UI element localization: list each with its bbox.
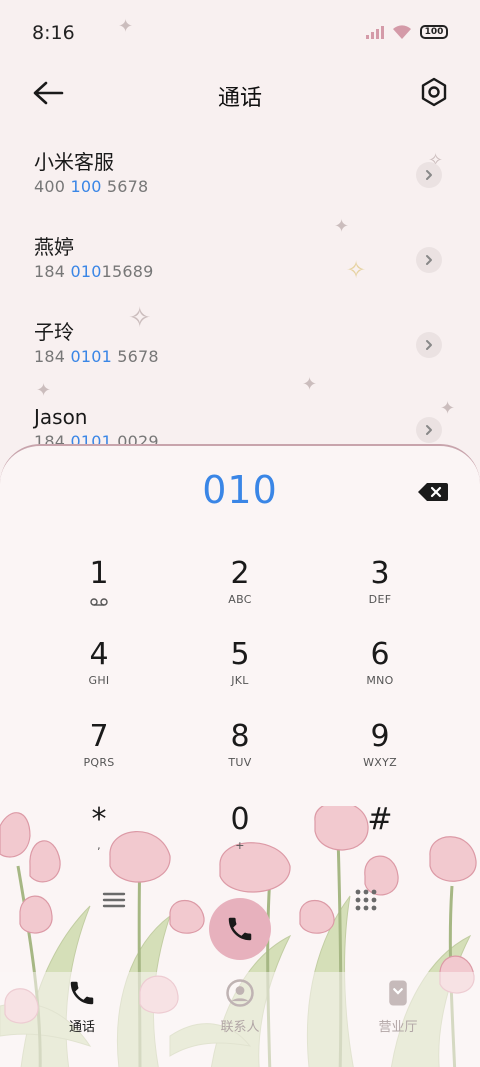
signal-icon xyxy=(366,25,384,39)
status-icons: 100 xyxy=(366,24,448,40)
backspace-icon[interactable] xyxy=(418,482,448,502)
contact-item[interactable]: 子玲 184 0101 5678 xyxy=(0,310,480,395)
key-star[interactable]: * , xyxy=(39,802,159,872)
voicemail-icon xyxy=(90,598,108,606)
key-8[interactable]: 8 TUV xyxy=(180,719,300,789)
contact-name: 燕婷 xyxy=(34,235,74,259)
number-match-highlight: 100 xyxy=(70,177,102,196)
key-letters: JKL xyxy=(231,674,249,687)
key-letters: GHI xyxy=(88,674,110,687)
contact-name: Jason xyxy=(34,405,88,429)
contact-number: 184 0101 5678 xyxy=(34,346,480,368)
chevron-right-icon xyxy=(426,340,432,350)
key-9[interactable]: 9 WXYZ xyxy=(320,719,440,789)
key-letters: ABC xyxy=(228,593,252,606)
key-1[interactable]: 1 xyxy=(39,556,159,626)
contact-suggestion-list: 小米客服 400 100 5678 燕婷 184 01015689 子玲 184… xyxy=(0,140,480,446)
contact-detail-button[interactable] xyxy=(416,247,442,273)
contact-item[interactable]: Jason 184 0101 0029 xyxy=(0,395,480,446)
key-7[interactable]: 7 PQRS xyxy=(39,719,159,789)
key-3[interactable]: 3 DEF xyxy=(320,556,440,626)
nav-label: 营业厅 xyxy=(378,1020,418,1035)
key-digit: 3 xyxy=(370,556,390,591)
key-digit: 2 xyxy=(230,556,250,591)
key-digit: # xyxy=(367,802,393,837)
number-part: 184 xyxy=(34,347,71,366)
key-2[interactable]: 2 ABC xyxy=(180,556,300,626)
contact-detail-button[interactable] xyxy=(416,332,442,358)
wifi-icon xyxy=(393,25,411,39)
key-letters: MNO xyxy=(366,674,394,687)
number-match-highlight: 010 xyxy=(70,262,102,281)
menu-icon[interactable] xyxy=(102,890,126,910)
status-bar: 8:16 100 xyxy=(0,0,480,66)
nav-label: 通话 xyxy=(68,1020,95,1035)
nav-tab-store[interactable]: 营业厅 xyxy=(348,978,448,1035)
key-digit: 1 xyxy=(89,556,109,591)
dialpad-grid-icon[interactable] xyxy=(354,888,378,912)
header: 通话 xyxy=(0,66,480,122)
key-letters: , xyxy=(97,839,101,852)
nav-tab-calls[interactable]: 通话 xyxy=(32,978,132,1035)
key-letters: WXYZ xyxy=(363,756,397,769)
chevron-right-icon xyxy=(426,425,432,435)
contact-item[interactable]: 燕婷 184 01015689 xyxy=(0,225,480,310)
number-part: 5678 xyxy=(101,177,149,196)
contact-detail-button[interactable] xyxy=(416,417,442,443)
contact-detail-button[interactable] xyxy=(416,162,442,188)
key-digit: 0 xyxy=(230,802,250,837)
contact-item[interactable]: 小米客服 400 100 5678 xyxy=(0,140,480,225)
number-match-highlight: 0101 xyxy=(70,347,112,366)
battery-level: 100 xyxy=(424,27,444,37)
key-letters: PQRS xyxy=(83,756,115,769)
nav-tab-contacts[interactable]: 联系人 xyxy=(190,978,290,1035)
contact-name: 小米客服 xyxy=(34,150,114,174)
key-digit: 8 xyxy=(230,719,250,754)
key-digit: * xyxy=(91,802,107,837)
store-icon xyxy=(389,980,407,1006)
page-title: 通话 xyxy=(217,86,262,111)
key-6[interactable]: 6 MNO xyxy=(320,637,440,707)
phone-icon xyxy=(70,981,94,1005)
key-letters: TUV xyxy=(228,756,252,769)
key-digit: 6 xyxy=(370,637,390,672)
dialed-number-display[interactable]: 010 xyxy=(0,468,480,512)
contact-number: 400 100 5678 xyxy=(34,176,480,198)
call-button[interactable] xyxy=(209,898,271,960)
number-part: 5678 xyxy=(111,347,159,366)
number-part: 184 xyxy=(34,262,71,281)
contacts-icon xyxy=(226,979,254,1007)
key-digit: 5 xyxy=(230,637,250,672)
phone-icon xyxy=(228,917,252,941)
nav-label: 联系人 xyxy=(220,1020,260,1035)
number-part: 400 xyxy=(34,177,71,196)
bottom-navigation: 通话 联系人 营业厅 xyxy=(0,970,480,1067)
key-hash[interactable]: # xyxy=(320,802,440,872)
key-4[interactable]: 4 GHI xyxy=(39,637,159,707)
key-digit: 9 xyxy=(370,719,390,754)
key-letters: + xyxy=(235,839,245,852)
battery-icon: 100 xyxy=(420,25,448,39)
key-digit: 7 xyxy=(89,719,109,754)
key-digit: 4 xyxy=(89,637,109,672)
key-0[interactable]: 0 + xyxy=(180,802,300,872)
number-part: 15689 xyxy=(101,262,154,281)
status-time: 8:16 xyxy=(32,22,75,44)
settings-gear-icon[interactable] xyxy=(418,76,450,108)
chevron-right-icon xyxy=(426,170,432,180)
chevron-right-icon xyxy=(426,255,432,265)
contact-number: 184 01015689 xyxy=(34,261,480,283)
key-letters: DEF xyxy=(368,593,392,606)
contact-name: 子玲 xyxy=(34,320,74,344)
key-5[interactable]: 5 JKL xyxy=(180,637,300,707)
